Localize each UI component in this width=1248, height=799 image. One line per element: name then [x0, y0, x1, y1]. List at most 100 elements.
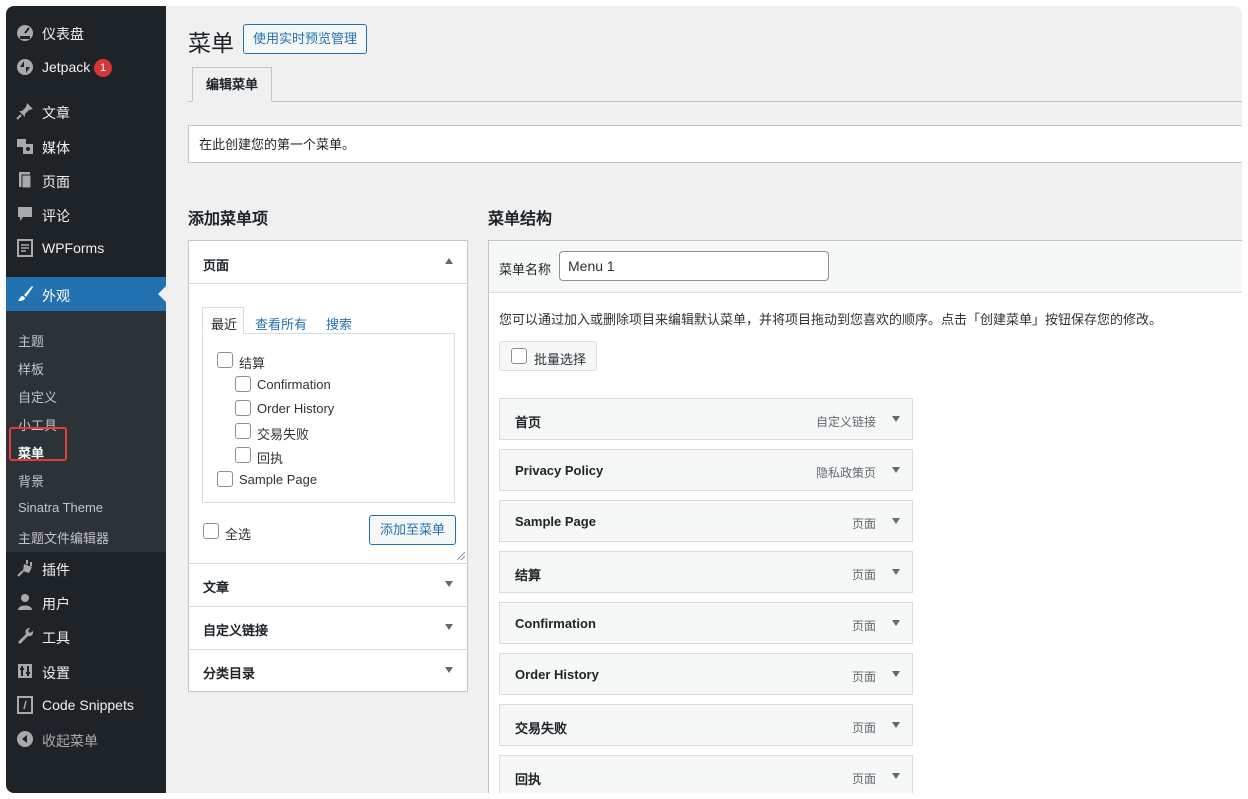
page-checkbox[interactable]	[235, 423, 251, 439]
bulk-select-checkbox	[511, 348, 527, 364]
chevron-down-icon[interactable]	[892, 671, 900, 677]
page-label: Order History	[257, 401, 335, 416]
code-icon	[17, 696, 33, 714]
submenu-item-background[interactable]: 背景	[18, 471, 44, 490]
accordion-pages-header[interactable]: 页面	[189, 241, 467, 283]
live-preview-button[interactable]: 使用实时预览管理	[243, 24, 368, 54]
chevron-down-icon	[445, 581, 453, 587]
page-label: 结算	[239, 356, 266, 371]
select-all-checkbox[interactable]	[203, 523, 219, 539]
menu-item-name: Sample Page	[515, 514, 596, 529]
sidebar-item-pages[interactable]: 页面	[6, 163, 166, 197]
sidebar-item-jetpack[interactable]: Jetpack 1	[6, 50, 166, 84]
sidebar-item-label: 收起菜单	[42, 733, 98, 749]
sidebar-item-posts[interactable]: 文章	[6, 94, 166, 128]
menu-item-row[interactable]: Confirmation 页面	[499, 602, 913, 644]
sidebar-item-settings[interactable]: 设置	[6, 654, 166, 688]
menu-item-row[interactable]: Order History 页面	[499, 653, 913, 695]
notice-banner: 在此创建您的第一个菜单。	[188, 125, 1242, 163]
sidebar-item-plugins[interactable]: 插件	[6, 551, 166, 585]
menu-item-row[interactable]: 回执 页面	[499, 755, 913, 793]
plugin-icon	[17, 560, 32, 577]
menu-item-type: 页面	[851, 568, 876, 582]
sidebar-item-label: 用户	[42, 596, 70, 612]
sidebar-item-label: Jetpack	[42, 59, 91, 75]
menu-item-type: 页面	[851, 721, 876, 735]
page-checkbox[interactable]	[235, 400, 251, 416]
tab-edit-menus[interactable]: 编辑菜单	[192, 67, 272, 102]
menu-item-row[interactable]: 交易失败 页面	[499, 704, 913, 746]
sidebar-item-users[interactable]: 用户	[6, 585, 166, 619]
sidebar-item-tools[interactable]: 工具	[6, 619, 166, 653]
submenu-item-customize[interactable]: 自定义	[18, 387, 57, 406]
accordion-title: 分类目录	[203, 666, 256, 681]
page-checkbox[interactable]	[235, 447, 251, 463]
sidebar-item-label: 文章	[42, 105, 70, 121]
chevron-down-icon[interactable]	[892, 620, 900, 626]
chevron-down-icon	[445, 667, 453, 673]
jetpack-icon	[17, 59, 33, 75]
sidebar-item-appearance[interactable]: 外观	[6, 277, 166, 311]
menu-name-bar: 菜单名称	[489, 241, 1242, 293]
menu-item-row[interactable]: Privacy Policy 隐私政策页	[499, 449, 913, 491]
sidebar-item-label: Code Snippets	[42, 697, 134, 713]
chevron-down-icon[interactable]	[892, 416, 900, 422]
menu-item-row[interactable]: Sample Page 页面	[499, 500, 913, 542]
submenu-item-themes[interactable]: 主题	[18, 331, 44, 350]
notification-badge: 1	[94, 59, 112, 77]
collapse-icon	[17, 731, 33, 747]
app-window: 仪表盘 Jetpack 1 文章 媒体 页面 评论 WPForms 外观 主题 …	[6, 6, 1242, 793]
menu-structure-heading: 菜单结构	[488, 211, 553, 228]
pages-list-box: 结算 Confirmation Order History 交易失败 回执 Sa…	[202, 333, 455, 503]
highlight-annotation	[9, 427, 67, 461]
page-checkbox[interactable]	[235, 376, 251, 392]
submenu-item-patterns[interactable]: 样板	[18, 359, 44, 378]
page-icon	[19, 172, 32, 189]
chevron-down-icon	[445, 624, 453, 630]
user-icon	[18, 594, 32, 610]
add-to-menu-button[interactable]: 添加至菜单	[369, 515, 457, 545]
menu-item-type: 隐私政策页	[815, 466, 876, 480]
sidebar-collapse-menu[interactable]: 收起菜单	[6, 722, 166, 756]
page-label: Confirmation	[257, 377, 331, 392]
tab-search[interactable]: 搜索	[326, 314, 352, 333]
sidebar-item-media[interactable]: 媒体	[6, 129, 166, 163]
media-icon	[17, 139, 33, 154]
chevron-down-icon[interactable]	[892, 518, 900, 524]
tab-view-all[interactable]: 查看所有	[255, 314, 307, 333]
select-all-label: 全选	[225, 527, 252, 542]
menu-item-row[interactable]: 首页 自定义链接	[499, 398, 913, 440]
menu-item-row[interactable]: 结算 页面	[499, 551, 913, 593]
chevron-down-icon[interactable]	[892, 467, 900, 473]
sidebar-item-dashboard[interactable]: 仪表盘	[6, 15, 166, 49]
chevron-down-icon[interactable]	[892, 722, 900, 728]
accordion-title: 文章	[203, 580, 230, 595]
page-checkbox[interactable]	[217, 471, 233, 487]
sidebar-item-label: WPForms	[42, 240, 105, 256]
sidebar-item-code-snippets[interactable]: Code Snippets	[6, 688, 166, 722]
chevron-down-icon[interactable]	[892, 569, 900, 575]
chevron-down-icon[interactable]	[892, 773, 900, 779]
sidebar-item-label: 工具	[42, 630, 70, 646]
sidebar-item-comments[interactable]: 评论	[6, 197, 166, 231]
menu-name-label: 菜单名称	[499, 262, 552, 277]
accordion-categories-header[interactable]: 分类目录	[189, 649, 467, 691]
menu-item-name: 结算	[515, 568, 542, 583]
resize-handle-icon[interactable]	[457, 552, 465, 560]
menu-structure-panel: 菜单名称 您可以通过加入或删除项目来编辑默认菜单，并将项目拖动到您喜欢的顺序。点…	[488, 240, 1242, 793]
accordion-posts-header[interactable]: 文章	[189, 563, 467, 605]
sidebar-item-wpforms[interactable]: WPForms	[6, 231, 166, 265]
menu-name-input[interactable]	[559, 251, 829, 281]
wrench-icon	[18, 627, 34, 644]
accordion-title: 页面	[203, 258, 230, 273]
bulk-select-label: 批量选择	[534, 352, 587, 367]
page-checkbox[interactable]	[217, 352, 233, 368]
bulk-select-button[interactable]: 批量选择	[499, 341, 597, 371]
sidebar-item-label: 外观	[42, 288, 70, 304]
divider	[189, 283, 467, 284]
accordion-custom-links-header[interactable]: 自定义链接	[189, 606, 467, 648]
sidebar-item-label: 插件	[42, 562, 70, 578]
submenu-item-sinatra-theme[interactable]: Sinatra Theme	[18, 500, 103, 515]
submenu-item-theme-file-editor[interactable]: 主题文件编辑器	[18, 528, 109, 547]
tab-recent[interactable]: 最近	[211, 314, 237, 333]
